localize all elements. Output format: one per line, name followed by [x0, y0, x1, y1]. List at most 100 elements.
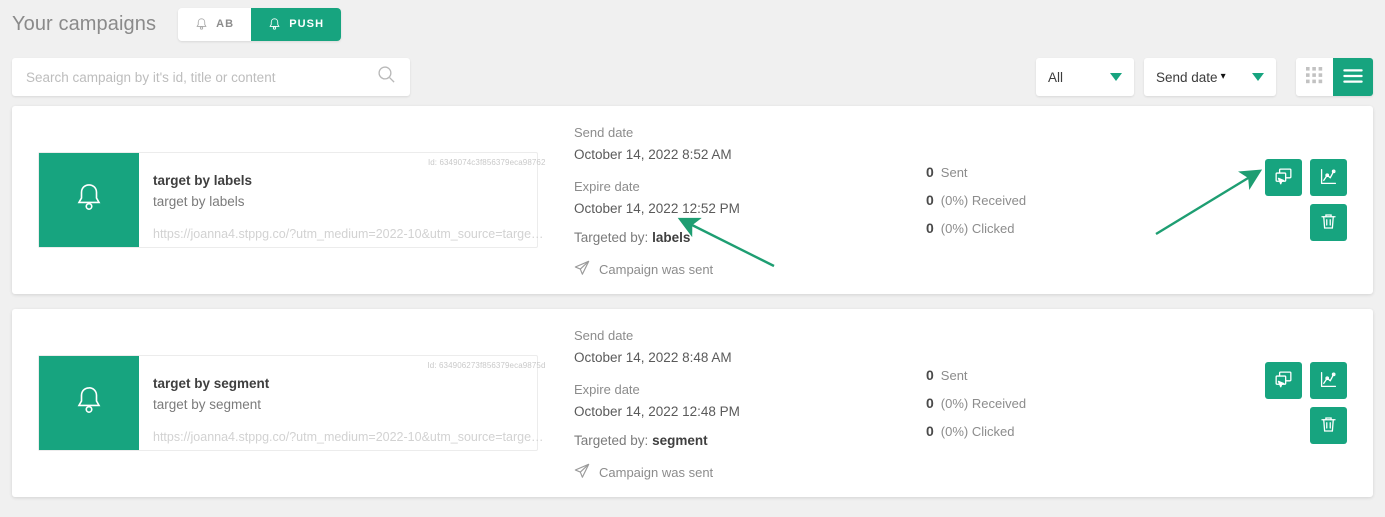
targeted-by: Targeted by: segment — [574, 433, 884, 448]
stat-received-label: (0%) Received — [940, 396, 1027, 411]
chevron-down-icon — [1252, 73, 1264, 81]
targeted-by-value: segment — [652, 433, 708, 449]
campaign-preview-body: Id: 6349074c3f856379eca98762 target by l… — [139, 153, 556, 247]
stat-clicked: 0 (0%) Clicked — [926, 214, 1106, 242]
stat-received: 0 (0%) Received — [926, 389, 1106, 417]
stat-received: 0 (0%) Received — [926, 186, 1106, 214]
expire-date-value: October 14, 2022 12:48 PM — [574, 403, 740, 419]
tab-ab[interactable]: AB — [178, 7, 252, 41]
campaign-stats: 0 Sent 0 (0%) Received 0 (0%) Clicked — [926, 361, 1106, 445]
search-icon[interactable] — [377, 65, 396, 89]
campaign-thumbnail — [39, 356, 139, 450]
campaign-stats: 0 Sent 0 (0%) Received 0 (0%) Clicked — [926, 158, 1106, 242]
duplicate-button[interactable] — [1265, 159, 1302, 196]
campaign-subtitle: target by segment — [153, 397, 262, 412]
campaign-type-toggle: AB PUSH — [178, 7, 342, 41]
stat-sent-label: Sent — [940, 368, 968, 383]
expire-date-value: October 14, 2022 12:52 PM — [574, 200, 740, 216]
statistics-button[interactable] — [1310, 362, 1347, 399]
campaign-actions — [1253, 159, 1347, 241]
list-icon — [1343, 68, 1363, 87]
campaign-details: Send date October 14, 2022 8:52 AM Expir… — [574, 121, 884, 280]
bell-icon — [268, 17, 281, 32]
stat-received-number: 0 — [926, 192, 934, 208]
bell-icon — [195, 17, 208, 32]
campaign-url: https://joanna4.stppg.co/?utm_medium=202… — [153, 227, 544, 241]
campaign-status: Campaign was sent — [574, 463, 884, 482]
sort-filter-select[interactable]: Send date ▾ — [1144, 58, 1276, 96]
tab-ab-label: AB — [216, 18, 235, 30]
trash-icon — [1319, 212, 1338, 234]
stat-clicked-label: (0%) Clicked — [940, 221, 1015, 236]
view-mode-toggle — [1296, 58, 1373, 96]
list-view-button[interactable] — [1333, 58, 1373, 96]
send-date-value: October 14, 2022 8:52 AM — [574, 146, 732, 162]
campaign-id: Id: 634906273f856379eca9875d — [427, 361, 546, 370]
stat-clicked-number: 0 — [926, 423, 934, 439]
campaign-subtitle: target by labels — [153, 194, 245, 209]
duplicate-button[interactable] — [1265, 362, 1302, 399]
campaign-card[interactable]: Id: 6349074c3f856379eca98762 target by l… — [12, 106, 1373, 294]
stat-clicked-label: (0%) Clicked — [940, 424, 1015, 439]
campaign-url: https://joanna4.stppg.co/?utm_medium=202… — [153, 430, 544, 444]
targeted-by-label: Targeted by: — [574, 433, 649, 449]
campaign-preview: Id: 6349074c3f856379eca98762 target by l… — [38, 152, 545, 248]
send-date-label: Send date — [574, 124, 634, 140]
targeted-by-value: labels — [652, 230, 691, 246]
duplicate-icon — [1274, 167, 1293, 189]
campaign-thumbnail — [39, 153, 139, 247]
duplicate-icon — [1274, 370, 1293, 392]
stat-sent: 0 Sent — [926, 158, 1106, 186]
targeted-by-label: Targeted by: — [574, 230, 649, 246]
tab-push[interactable]: PUSH — [251, 7, 342, 41]
campaign-card[interactable]: Id: 634906273f856379eca9875d target by s… — [12, 309, 1373, 497]
expire-date-label: Expire date — [574, 381, 640, 397]
stat-sent-number: 0 — [926, 367, 934, 383]
sort-direction-icon: ▾ — [1220, 71, 1226, 82]
chart-icon — [1319, 370, 1338, 392]
trash-icon — [1319, 415, 1338, 437]
send-date-value: October 14, 2022 8:48 AM — [574, 349, 732, 365]
campaign-status-text: Campaign was sent — [599, 262, 714, 278]
statistics-button[interactable] — [1310, 159, 1347, 196]
bell-icon — [74, 384, 104, 423]
bell-icon — [74, 181, 104, 220]
campaign-title: target by segment — [153, 376, 270, 391]
paper-plane-icon — [574, 463, 590, 482]
paper-plane-icon — [574, 260, 590, 279]
delete-button[interactable] — [1310, 407, 1347, 444]
targeted-by: Targeted by: labels — [574, 230, 884, 245]
campaign-actions — [1253, 362, 1347, 444]
status-filter-select[interactable]: All — [1036, 58, 1134, 96]
chevron-down-icon — [1110, 73, 1122, 81]
page-title: Your campaigns — [12, 12, 157, 35]
sort-filter-value: Send date — [1156, 69, 1218, 85]
status-filter-value: All — [1048, 69, 1064, 85]
campaign-preview-body: Id: 634906273f856379eca9875d target by s… — [139, 356, 556, 450]
campaign-status-text: Campaign was sent — [599, 465, 714, 481]
send-date-label: Send date — [574, 327, 634, 343]
search-box[interactable] — [12, 58, 410, 96]
search-input[interactable] — [26, 69, 377, 85]
campaign-preview: Id: 634906273f856379eca9875d target by s… — [38, 355, 545, 451]
stat-clicked-number: 0 — [926, 220, 934, 236]
page-header: Your campaigns AB PUSH — [0, 0, 1385, 48]
stat-sent-number: 0 — [926, 164, 934, 180]
tab-push-label: PUSH — [289, 18, 325, 30]
expire-date-label: Expire date — [574, 178, 640, 194]
campaign-list: Id: 6349074c3f856379eca98762 target by l… — [0, 106, 1385, 497]
filter-bar: All Send date ▾ — [0, 48, 1385, 106]
filter-controls: All Send date ▾ — [1036, 58, 1373, 96]
delete-button[interactable] — [1310, 204, 1347, 241]
campaign-title: target by labels — [153, 173, 253, 188]
campaign-details: Send date October 14, 2022 8:48 AM Expir… — [574, 324, 884, 483]
campaign-status: Campaign was sent — [574, 260, 884, 279]
campaign-id: Id: 6349074c3f856379eca98762 — [427, 158, 546, 167]
stat-received-number: 0 — [926, 395, 934, 411]
grid-icon — [1306, 67, 1323, 87]
chart-icon — [1319, 167, 1338, 189]
stat-sent-label: Sent — [940, 165, 968, 180]
grid-view-button[interactable] — [1296, 58, 1333, 96]
stat-sent: 0 Sent — [926, 361, 1106, 389]
stat-received-label: (0%) Received — [940, 193, 1027, 208]
